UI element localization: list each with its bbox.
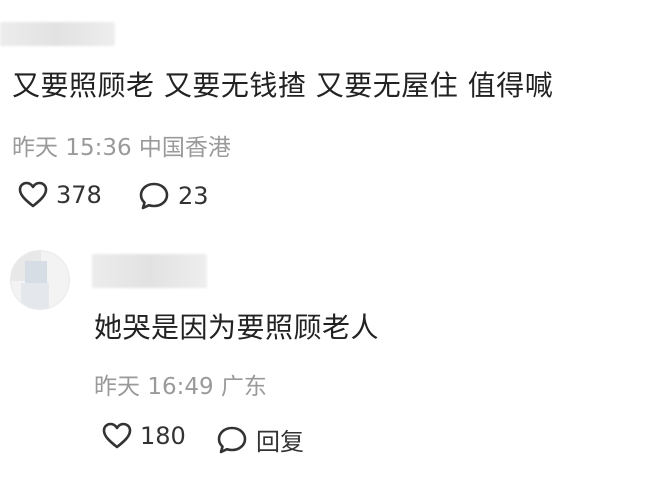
speech-bubble-icon — [139, 182, 169, 210]
reply-label: 回复 — [256, 428, 304, 456]
reply-button[interactable]: 23 — [138, 181, 209, 211]
comment-time: 15:36 — [65, 135, 132, 161]
reply-button[interactable]: 回复 — [216, 422, 304, 457]
comment-text: 又要照顾老 又要无钱揸 又要无屋住 值得喊 — [12, 69, 554, 102]
reply-text: 她哭是因为要照顾老人 — [94, 311, 380, 344]
comment-meta: 昨天 15:36 中国香港 — [12, 128, 231, 162]
comment-location: 中国香港 — [138, 135, 231, 161]
heart-outline-icon — [18, 181, 48, 208]
reply-date: 昨天 — [94, 374, 140, 400]
reply-time: 16:49 — [147, 374, 214, 400]
heart-outline-icon — [102, 422, 132, 449]
comment-date: 昨天 — [12, 135, 58, 161]
username-redacted[interactable] — [92, 254, 207, 288]
like-count: 378 — [56, 181, 102, 209]
like-button[interactable]: 378 — [18, 181, 102, 209]
speech-bubble-icon — [217, 426, 247, 453]
reply-meta: 昨天 16:49 广东 — [94, 367, 267, 401]
like-count: 180 — [140, 422, 186, 450]
reply-location: 广东 — [220, 374, 267, 400]
avatar[interactable] — [10, 250, 70, 310]
username-redacted[interactable] — [0, 22, 115, 46]
reply-count: 23 — [178, 182, 209, 210]
like-button[interactable]: 180 — [102, 422, 186, 450]
